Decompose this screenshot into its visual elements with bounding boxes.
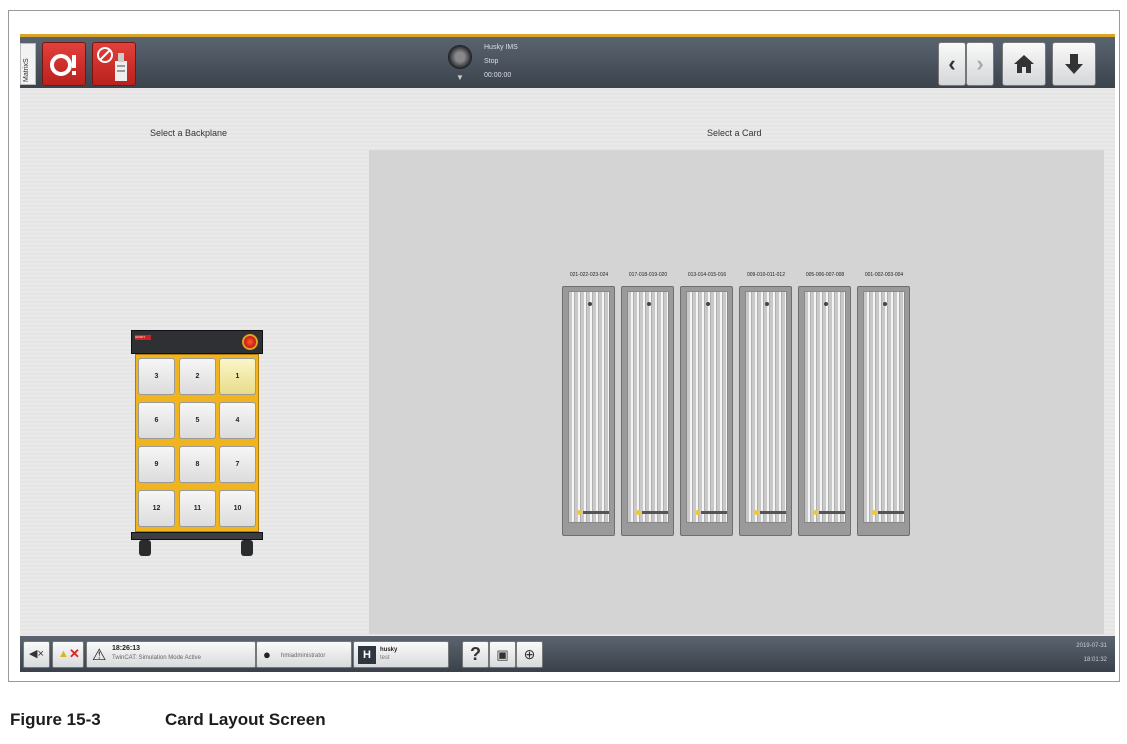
lockout-button[interactable] [92,42,136,86]
card-body [745,291,787,523]
backplane-slot-7[interactable]: 7 [219,446,256,483]
chevron-left-icon: ‹ [948,51,956,76]
side-tab[interactable]: MatrixS [20,43,36,85]
backplane-title: Select a Backplane [150,128,228,138]
backplane-slot-2[interactable]: 2 [179,358,216,395]
card-led-icon [754,510,759,515]
backplane-slot-5[interactable]: 5 [179,402,216,439]
close-icon: ✕ [69,646,80,661]
home-icon [1014,55,1034,73]
language-button[interactable]: ⊕ [516,641,543,668]
mute-button[interactable]: ◀× [23,641,50,668]
clock-date: 2019-07-31 [1076,643,1107,649]
cabinet-header: HUSKY [131,330,263,354]
figure-number: Figure 15-3 [10,710,101,729]
home-button[interactable] [1002,42,1046,86]
forward-button[interactable]: › [966,42,994,86]
card-body [627,291,669,523]
status-state: Stop [484,58,499,65]
husky-logo-icon: H [358,646,376,664]
question-icon: ? [470,644,481,664]
card-led-icon [636,510,641,515]
card-button[interactable] [621,286,674,536]
warning-icon: ⚠ [92,647,107,664]
card-button[interactable] [739,286,792,536]
backplane-grid: 3 2 1 6 5 4 9 8 7 12 11 10 [135,354,259,532]
machine-subtitle: test [380,655,390,661]
warning-icon: ▲ [58,648,69,660]
card-led-icon [577,510,582,515]
message-button[interactable]: ⚠ 18:26:13 TwinCAT: Simulation Mode Acti… [86,641,256,668]
card-body [686,291,728,523]
backplane-slot-9[interactable]: 9 [138,446,175,483]
side-tab-label: MatrixS [23,58,30,82]
card-label: 017-018-019-020 [628,272,668,278]
alarm-reset-button[interactable]: ▲ ✕ [52,641,84,668]
card-panel: 021-022-023-024 017-018-019-020 013-014-… [369,150,1104,634]
status-bar: ◀× ▲ ✕ ⚠ 18:26:13 TwinCAT: Simulation Mo… [20,636,1115,672]
card-led-icon [872,510,877,515]
screenshot-button[interactable]: ▣ [489,641,516,668]
card-label: 013-014-015-016 [687,272,727,278]
hmi-screen: MatrixS ▼ Husky IMS Stop 00:00:00 ‹ › Se… [20,34,1115,678]
card-button[interactable] [562,286,615,536]
card-label: 009-010-011-012 [747,272,785,278]
machine-button[interactable]: H husky test [353,641,449,668]
message-text: TwinCAT: Simulation Mode Active [112,655,201,661]
clock-time: 18:01:32 [1083,657,1107,663]
card-led-icon [813,510,818,515]
screenshot-icon: ▣ [496,647,509,662]
dropdown-arrow-icon: ▼ [456,73,464,82]
card-body [863,291,905,523]
card-button[interactable] [680,286,733,536]
wheel-icon [139,540,151,556]
figure-caption: Figure 15-3 Card Layout Screen [10,710,326,730]
machine-status[interactable]: ▼ Husky IMS Stop 00:00:00 [448,43,528,87]
cabinet-base [131,532,263,540]
help-button[interactable]: ? [462,641,489,668]
lockout-icon [97,47,127,81]
backplane-slot-10[interactable]: 10 [219,490,256,527]
arrow-down-icon [1065,54,1083,74]
backplane-slot-6[interactable]: 6 [138,402,175,439]
emergency-stop-icon [242,334,258,350]
user-name: hmiadministrator [281,653,326,659]
wheel-icon [241,540,253,556]
backplane-slot-8[interactable]: 8 [179,446,216,483]
alarm-icon [50,54,76,76]
status-machine: Husky IMS [484,44,518,51]
backplane-slot-3[interactable]: 3 [138,358,175,395]
husky-logo: HUSKY [135,335,151,340]
status-timer: 00:00:00 [484,72,512,79]
chevron-right-icon: › [976,51,984,76]
card-button[interactable] [798,286,851,536]
back-button[interactable]: ‹ [938,42,966,86]
card-label: 021-022-023-024 [569,272,609,278]
backplane-slot-4[interactable]: 4 [219,402,256,439]
status-indicator-icon [448,45,472,69]
alarm-button[interactable] [42,42,86,86]
machine-name: husky [380,647,398,653]
backplane-slot-12[interactable]: 12 [138,490,175,527]
backplane-cabinet: HUSKY 3 2 1 6 5 4 9 8 7 12 11 10 [131,330,263,560]
card-label: 005-006-007-008 [805,272,845,278]
card-led-icon [695,510,700,515]
backplane-slot-11[interactable]: 11 [179,490,216,527]
card-label: 001-002-003-004 [864,272,904,278]
main-area: Select a Backplane Select a Card HUSKY 3… [20,88,1115,636]
figure-title: Card Layout Screen [165,710,326,729]
user-icon: ● [263,647,271,662]
card-body [804,291,846,523]
card-button[interactable] [857,286,910,536]
user-button[interactable]: ● hmiadministrator [256,641,352,668]
top-bar: MatrixS ▼ Husky IMS Stop 00:00:00 ‹ › [20,34,1115,88]
backplane-slot-1[interactable]: 1 [219,358,256,395]
message-time: 18:26:13 [112,645,141,652]
speaker-mute-icon: ◀× [29,648,44,660]
download-button[interactable] [1052,42,1096,86]
card-body [568,291,610,523]
globe-icon: ⊕ [523,646,536,662]
card-title: Select a Card [707,128,762,138]
